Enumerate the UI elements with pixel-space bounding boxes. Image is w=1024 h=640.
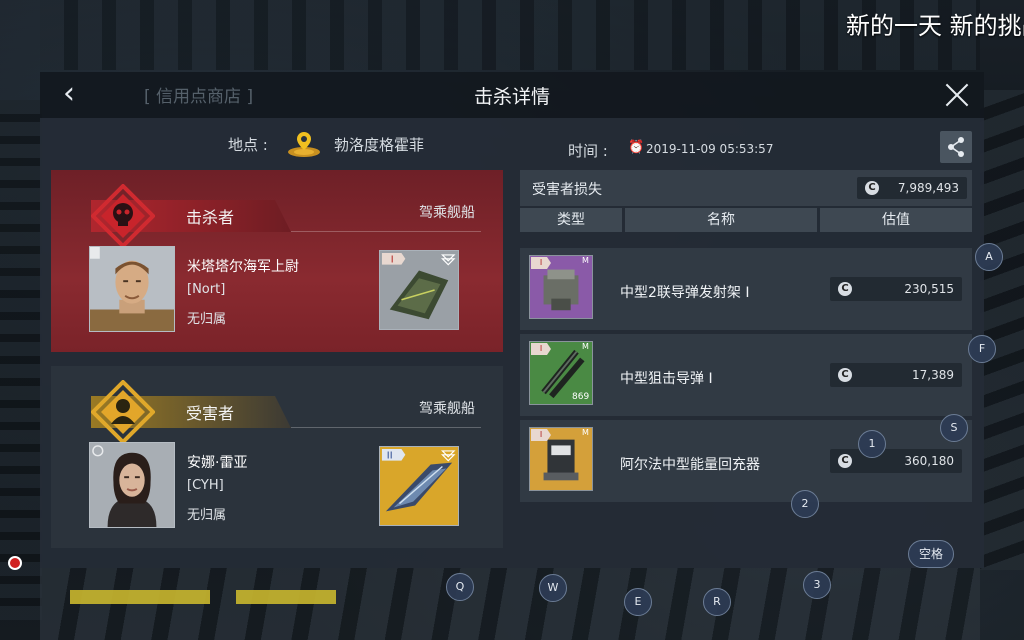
skull-icon [91,184,155,248]
column-header-name[interactable]: 名称 [625,208,817,232]
svg-text:II: II [387,451,393,462]
meta-badge: M [582,428,589,437]
background-structure-bottom [40,568,980,640]
svg-text:I: I [391,255,394,266]
hotkey-w-button[interactable]: W [539,574,567,602]
loss-title: 受害者损失 [532,182,602,198]
loss-item-row[interactable]: I M 中型2联导弹发射架 I C 230,515 [520,248,972,330]
total-loss-value: 7,989,493 [897,181,959,195]
killer-corp: [Nort] [187,282,226,297]
divider [291,231,481,232]
page-title: 击杀详情 [473,86,550,108]
loss-item-value: 17,389 [912,368,954,382]
loss-item-value-box: C 360,180 [830,449,962,473]
killer-card[interactable]: 击杀者 驾乘舰船 米塔塔尔海军上尉 [Nort] 无归属 I [51,170,503,352]
background-structure-top [40,0,980,70]
location-pin-icon [288,132,320,157]
loss-item-name: 中型2联导弹发射架 I [620,285,750,301]
time-value: 2019-11-09 05:53:57 [646,142,774,156]
killer-role-title: 击杀者 [186,208,235,227]
divider [291,427,481,428]
credit-icon: C [838,454,852,468]
loss-item-row[interactable]: I M 869 中型狙击导弹 I C 17,389 [520,334,972,416]
hangar-stripe [70,590,210,604]
time-label: 时间 : [568,142,608,160]
item-quantity: 869 [572,392,590,402]
loss-item-value: 230,515 [904,282,954,296]
news-ticker: 新的一天 新的挑战 [846,12,1024,40]
victim-ship-thumbnail[interactable]: II [379,446,459,526]
tech-tier-badge: I [531,343,551,355]
killer-ship-label: 驾乘舰船 [419,205,475,221]
credit-icon: C [838,282,852,296]
hotkey-1-button[interactable]: 1 [858,430,886,458]
loss-item-value-box: C 230,515 [830,277,962,301]
background-structure-right [980,90,1024,570]
meta-badge: M [582,342,589,351]
loss-item-name: 阿尔法中型能量回充器 [620,457,760,473]
alarm-clock-icon: ⏰ [628,140,645,155]
share-button[interactable] [940,131,972,163]
kill-detail-panel: 地点 : 勃洛度格霍菲 时间 : ⏰ 2019-11-09 05:53:57 击… [40,118,984,568]
hotkey-a-button[interactable]: A [975,243,1003,271]
tech-tier-badge: I [531,257,551,269]
hotkey-s-button[interactable]: S [940,414,968,442]
hotkey-r-button[interactable]: R [703,588,731,616]
loss-item-name: 中型狙击导弹 I [620,371,713,387]
total-value-box: C 7,989,493 [857,177,967,199]
killer-alliance: 无归属 [187,312,227,327]
victim-alliance: 无归属 [187,508,227,523]
hotkey-q-button[interactable]: Q [446,573,474,601]
tech-tier-badge: I [531,429,551,441]
hotkey-e-button[interactable]: E [624,588,652,616]
loss-summary-bar: 受害者损失 C 7,989,493 [520,170,972,206]
credit-icon: C [838,368,852,382]
column-header-value[interactable]: 估值 [820,208,972,232]
meta-badge: M [582,256,589,265]
location-value: 勃洛度格霍菲 [334,136,425,154]
credit-icon: C [865,181,879,195]
loss-item-value: 360,180 [904,454,954,468]
victim-card[interactable]: 受害者 驾乘舰船 安娜·雷亚 [CYH] 无归属 II [51,366,503,548]
victim-avatar[interactable] [89,442,175,528]
victim-corp: [CYH] [187,478,224,493]
killer-avatar[interactable] [89,246,175,332]
victim-role-title: 受害者 [186,404,235,423]
killer-name: 米塔塔尔海军上尉 [187,259,299,275]
location-label: 地点 : [228,136,268,154]
loss-item-value-box: C 17,389 [830,363,962,387]
victim-ship-label: 驾乘舰船 [419,401,475,417]
person-icon [91,380,155,444]
hotkey-f-button[interactable]: F [968,335,996,363]
victim-name: 安娜·雷亚 [187,455,248,471]
loss-item-row[interactable]: I M 阿尔法中型能量回充器 C 360,180 [520,420,972,502]
hotkey-2-button[interactable]: 2 [791,490,819,518]
hotkey-3-button[interactable]: 3 [803,571,831,599]
column-header-type[interactable]: 类型 [520,208,622,232]
killer-ship-thumbnail[interactable]: I [379,250,459,330]
close-icon[interactable] [940,78,974,112]
hangar-stripe [236,590,336,604]
share-icon [948,137,964,157]
alert-marker [8,556,22,570]
hotkey-space-button[interactable]: 空格 [908,540,954,568]
modal-header: ‹ [ 信用点商店 ] 击杀详情 [40,72,984,118]
background-structure-left [0,100,42,620]
